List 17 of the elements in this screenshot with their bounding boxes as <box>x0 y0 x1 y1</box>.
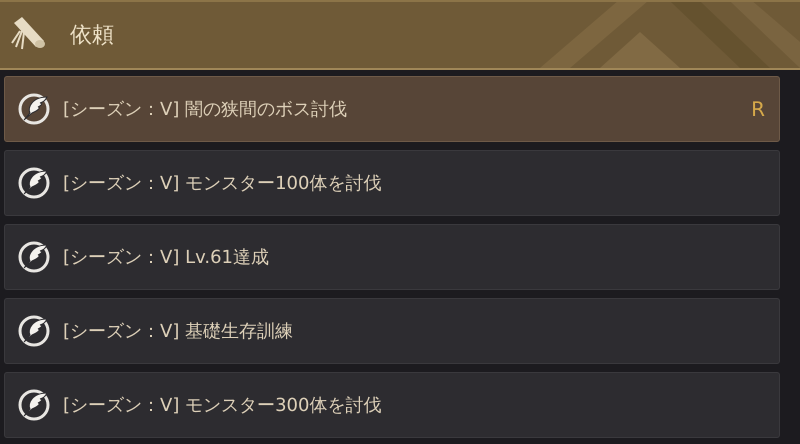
feather-icon <box>17 314 51 348</box>
quest-label: [シーズン：V] モンスター100体を討伐 <box>63 172 382 195</box>
feather-icon <box>17 240 51 274</box>
quest-item[interactable]: [シーズン：V] Lv.61達成 <box>4 224 780 290</box>
quest-item[interactable]: [シーズン：V] モンスター100体を討伐 <box>4 150 780 216</box>
feather-icon <box>17 92 51 126</box>
quest-label: [シーズン：V] モンスター300体を討伐 <box>63 394 382 417</box>
quest-label: [シーズン：V] 闇の狭間のボス討伐 <box>63 98 348 121</box>
header-title: 依頼 <box>70 22 114 50</box>
quest-item[interactable]: [シーズン：V] 闇の狭間のボス討伐 R <box>4 76 780 142</box>
feather-icon <box>17 388 51 422</box>
quest-item[interactable]: [シーズン：V] モンスター300体を討伐 <box>4 372 780 438</box>
rank-label: R <box>751 97 765 121</box>
quest-item[interactable]: [シーズン：V] 基礎生存訓練 <box>4 298 780 364</box>
quest-label: [シーズン：V] 基礎生存訓練 <box>63 320 294 343</box>
quest-label: [シーズン：V] Lv.61達成 <box>63 246 270 269</box>
feather-icon <box>17 166 51 200</box>
